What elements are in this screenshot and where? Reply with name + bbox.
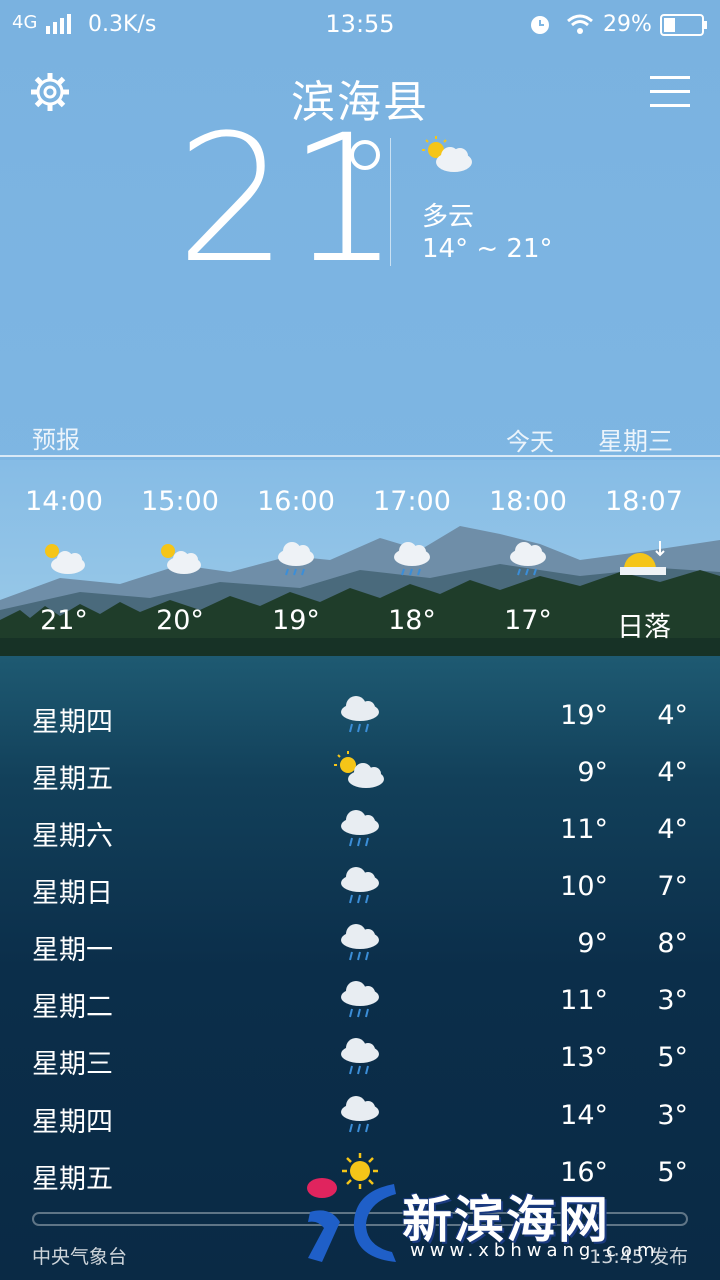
forecast-header: 预报 今天 星期三 xyxy=(0,420,720,456)
rain-icon xyxy=(341,1038,379,1075)
current-range: 14° ~ 21° xyxy=(422,234,553,264)
partly-cloudy-icon xyxy=(161,544,201,574)
day-high: 9° xyxy=(577,928,608,959)
hour-temp: 21° xyxy=(40,605,88,636)
day-high: 19° xyxy=(560,700,608,731)
forecast-divider xyxy=(0,455,720,457)
day-high: 14° xyxy=(560,1100,608,1131)
hour-item: 16:00 19° xyxy=(238,486,354,636)
light-rain-icon xyxy=(510,542,546,576)
rain-icon xyxy=(341,1096,379,1133)
day-high: 11° xyxy=(560,985,608,1016)
hour-time: 14:00 xyxy=(25,486,103,517)
hour-temp: 17° xyxy=(504,605,552,636)
sunset-label: 日落 xyxy=(617,612,671,643)
day-low: 3° xyxy=(657,985,688,1016)
day-low: 5° xyxy=(657,1042,688,1073)
hour-temp: 20° xyxy=(156,605,204,636)
day-high: 10° xyxy=(560,871,608,902)
light-rain-icon xyxy=(278,542,314,576)
hour-item: 18:00 17° xyxy=(470,486,586,636)
partly-cloudy-icon xyxy=(422,136,472,172)
day-low: 4° xyxy=(657,757,688,788)
day-low: 4° xyxy=(657,814,688,845)
sunset-icon xyxy=(620,541,666,575)
divider xyxy=(390,138,391,266)
day-low: 3° xyxy=(657,1100,688,1131)
daily-row: 星期四 19° 4° xyxy=(0,686,720,742)
day-name: 星期三 xyxy=(32,1049,113,1080)
hour-time: 16:00 xyxy=(257,486,335,517)
today-label: 今天 xyxy=(506,428,554,456)
daily-row: 星期一 9° 8° xyxy=(0,914,720,970)
partly-cloudy-icon xyxy=(45,544,85,574)
alarm-icon xyxy=(531,16,549,34)
hour-temp: 19° xyxy=(272,605,320,636)
day-name: 星期六 xyxy=(32,821,113,852)
day-name: 星期五 xyxy=(32,1164,113,1195)
hour-item: 15:00 20° xyxy=(122,486,238,636)
battery-icon xyxy=(660,14,707,36)
day-high: 13° xyxy=(560,1042,608,1073)
day-high: 11° xyxy=(560,814,608,845)
data-source: 中央气象台 xyxy=(32,1246,128,1268)
daily-row: 星期四 14° 3° xyxy=(0,1086,720,1142)
day-name: 星期四 xyxy=(32,1107,113,1138)
hour-temp: 18° xyxy=(388,605,436,636)
rain-icon xyxy=(341,810,379,847)
day-low: 8° xyxy=(657,928,688,959)
partly-cloudy-icon xyxy=(334,751,384,788)
hour-time: 17:00 xyxy=(373,486,451,517)
wifi-icon xyxy=(567,14,593,34)
hour-item: 17:00 18° xyxy=(354,486,470,636)
day-low: 7° xyxy=(657,871,688,902)
watermark-logo xyxy=(307,1178,396,1262)
daily-row: 星期三 13° 5° xyxy=(0,1028,720,1084)
status-bar: 4G 0.3K/s 13:55 29% xyxy=(0,0,720,50)
hourly-forecast: 14:00 21° 15:00 20° 16:00 19° 17:00 18° … xyxy=(0,486,720,656)
day-name: 星期五 xyxy=(32,764,113,795)
watermark-url: www.xbhwang.com xyxy=(410,1240,660,1261)
hour-time: 15:00 xyxy=(141,486,219,517)
day-low: 5° xyxy=(657,1157,688,1188)
light-rain-icon xyxy=(394,542,430,576)
hour-item: 18:07 日落 xyxy=(586,486,702,644)
hour-time: 18:00 xyxy=(489,486,567,517)
day-name: 星期一 xyxy=(32,935,113,966)
daily-row: 星期二 11° 3° xyxy=(0,971,720,1027)
hour-time: 18:07 xyxy=(605,486,683,517)
day-high: 9° xyxy=(577,757,608,788)
hour-item: 14:00 21° xyxy=(6,486,122,636)
degree-symbol xyxy=(350,140,380,170)
daily-row: 星期日 10° 7° xyxy=(0,857,720,913)
day-name: 星期日 xyxy=(32,878,113,909)
daily-row: 星期五 9° 4° xyxy=(0,743,720,799)
today-weekday: 星期三 xyxy=(598,427,674,456)
rain-icon xyxy=(341,867,379,904)
menu-icon[interactable] xyxy=(650,76,690,108)
day-low: 4° xyxy=(657,700,688,731)
forecast-label: 预报 xyxy=(32,426,80,454)
current-condition: 多云 xyxy=(422,202,475,232)
day-name: 星期四 xyxy=(32,707,113,738)
rain-icon xyxy=(341,924,379,961)
current-temperature: 21 xyxy=(176,97,400,302)
rain-icon xyxy=(341,696,379,733)
battery-percent: 29% xyxy=(603,12,652,37)
day-name: 星期二 xyxy=(32,992,113,1023)
rain-icon xyxy=(341,981,379,1018)
daily-row: 星期六 11° 4° xyxy=(0,800,720,856)
